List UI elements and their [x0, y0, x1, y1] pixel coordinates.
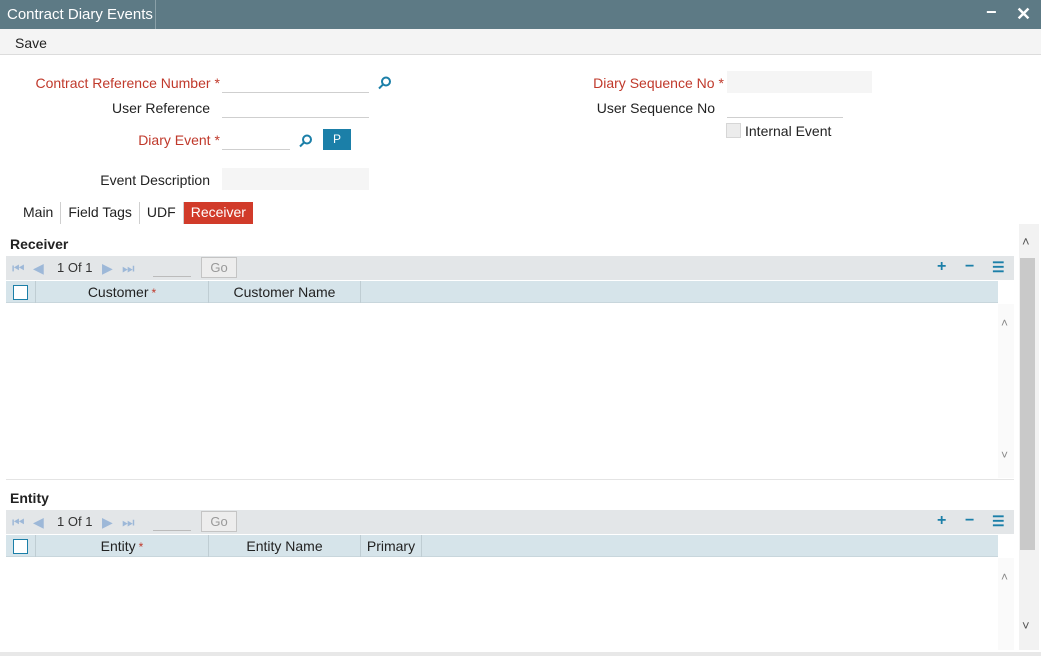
chevron-down-icon[interactable]: ˅	[1001, 448, 1008, 462]
customer-column-header[interactable]: Customer *	[35, 281, 208, 303]
user-reference-label: User Reference	[111, 100, 210, 116]
entity-page-indicator: 1 Of 1	[57, 514, 93, 529]
empty-column-header	[421, 535, 998, 557]
window-title-tab: Contract Diary Events	[0, 0, 156, 29]
receiver-page-indicator: 1 Of 1	[57, 260, 93, 275]
diary-sequence-no-field[interactable]	[727, 71, 872, 93]
user-sequence-no-field[interactable]	[727, 96, 843, 118]
first-page-icon[interactable]: ⏮	[12, 514, 25, 531]
main-scrollbar-thumb[interactable]	[1020, 258, 1035, 550]
entity-select-all-checkbox[interactable]	[13, 539, 28, 554]
entity-grid-scrollbar[interactable]: ˄	[998, 558, 1014, 650]
entity-grid-header: Entity * Entity Name Primary	[6, 535, 998, 557]
main-scrollbar[interactable]: ˄ ˅	[1019, 224, 1039, 650]
entity-pager-bar: ⏮ ◀ 1 Of 1 ▶ ⏭ Go + − ☰	[6, 510, 1014, 534]
receiver-go-button[interactable]: Go	[201, 257, 237, 278]
receiver-grid-header: Customer * Customer Name	[6, 281, 998, 303]
customer-name-column-header[interactable]: Customer Name	[208, 281, 360, 303]
entity-go-button[interactable]: Go	[201, 511, 237, 532]
receiver-section-title: Receiver	[10, 236, 69, 252]
receiver-select-all-checkbox[interactable]	[13, 285, 28, 300]
diary-event-p-button[interactable]: P	[323, 129, 351, 150]
last-page-icon[interactable]: ⏭	[122, 514, 135, 531]
chevron-up-icon[interactable]: ˄	[1022, 234, 1030, 249]
receiver-pager-bar: ⏮ ◀ 1 Of 1 ▶ ⏭ Go + − ☰	[6, 256, 1014, 280]
next-page-icon[interactable]: ▶	[102, 514, 113, 531]
section-divider	[6, 479, 1014, 480]
diary-event-field[interactable]	[222, 128, 290, 150]
single-view-icon[interactable]: ☰	[992, 259, 1005, 276]
entity-grid-body: ˄	[6, 558, 1014, 650]
empty-column-header	[360, 281, 998, 303]
tab-main[interactable]: Main	[16, 202, 62, 224]
delete-row-icon[interactable]: −	[965, 512, 974, 530]
entity-section-title: Entity	[10, 490, 49, 506]
window-title: Contract Diary Events	[7, 6, 153, 23]
menu-bar: Save	[0, 29, 1041, 55]
entity-name-column-header[interactable]: Entity Name	[208, 535, 360, 557]
receiver-grid-body: ˄ ˅	[6, 304, 1014, 478]
tab-receiver[interactable]: Receiver	[183, 202, 253, 224]
user-reference-field[interactable]	[222, 96, 369, 118]
chevron-up-icon[interactable]: ˄	[1001, 570, 1008, 584]
last-page-icon[interactable]: ⏭	[122, 260, 135, 277]
save-button[interactable]: Save	[15, 35, 47, 51]
delete-row-icon[interactable]: −	[965, 258, 974, 276]
add-row-icon[interactable]: +	[937, 512, 946, 530]
contract-reference-number-label: Contract Reference Number *	[35, 75, 220, 91]
receiver-grid-scrollbar[interactable]: ˄ ˅	[998, 304, 1014, 478]
event-description-field[interactable]	[222, 168, 369, 190]
search-icon[interactable]	[377, 75, 393, 91]
entity-page-input[interactable]	[153, 513, 191, 531]
minimize-icon[interactable]: −	[986, 2, 997, 22]
single-view-icon[interactable]: ☰	[992, 513, 1005, 530]
diary-event-label: Diary Event *	[138, 132, 220, 148]
search-icon[interactable]	[298, 133, 314, 149]
contract-reference-number-field[interactable]	[222, 71, 369, 93]
user-sequence-no-label: User Sequence No	[596, 100, 715, 116]
internal-event-checkbox[interactable]	[726, 123, 741, 138]
diary-sequence-no-label: Diary Sequence No *	[593, 75, 724, 91]
add-row-icon[interactable]: +	[937, 258, 946, 276]
window-bottom-border	[0, 652, 1041, 656]
internal-event-label: Internal Event	[745, 123, 832, 139]
tab-udf[interactable]: UDF	[140, 202, 184, 224]
previous-page-icon[interactable]: ◀	[33, 514, 44, 531]
window-titlebar: Contract Diary Events − ✕	[0, 0, 1041, 29]
tab-bar: Main Field Tags UDF Receiver	[16, 202, 253, 224]
next-page-icon[interactable]: ▶	[102, 260, 113, 277]
first-page-icon[interactable]: ⏮	[12, 260, 25, 277]
event-description-label: Event Description	[100, 172, 210, 188]
primary-column-header[interactable]: Primary	[360, 535, 421, 557]
close-icon[interactable]: ✕	[1016, 4, 1031, 24]
chevron-down-icon[interactable]: ˅	[1022, 618, 1030, 633]
receiver-page-input[interactable]	[153, 259, 191, 277]
chevron-up-icon[interactable]: ˄	[1001, 316, 1008, 330]
tab-field-tags[interactable]: Field Tags	[61, 202, 140, 224]
previous-page-icon[interactable]: ◀	[33, 260, 44, 277]
entity-column-header[interactable]: Entity *	[35, 535, 208, 557]
